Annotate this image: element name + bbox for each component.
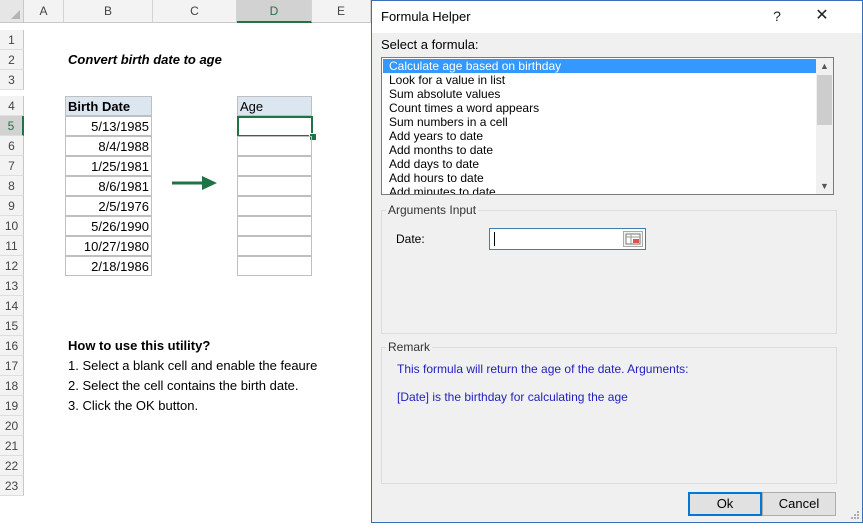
age-cell[interactable] — [237, 256, 312, 276]
column-header-a[interactable]: A — [24, 0, 64, 23]
column-header-b[interactable]: B — [64, 0, 153, 23]
row-header-17[interactable]: 17 — [0, 356, 24, 376]
row-header-6[interactable]: 6 — [0, 136, 24, 156]
range-select-button[interactable] — [623, 231, 643, 247]
row-header-9[interactable]: 9 — [0, 196, 24, 216]
ok-button[interactable]: Ok — [688, 492, 762, 516]
row-header-3[interactable]: 3 — [0, 70, 24, 90]
remark-text: This formula will return the age of the … — [397, 362, 689, 376]
age-cell[interactable] — [237, 236, 312, 256]
age-cell[interactable] — [237, 196, 312, 216]
birth-date-cell[interactable]: 8/6/1981 — [65, 176, 152, 196]
age-cell-selected[interactable] — [237, 116, 313, 137]
formula-helper-dialog: Formula Helper ? ✕ Select a formula: Cal… — [371, 0, 863, 523]
row-header-13[interactable]: 13 — [0, 276, 24, 296]
row-header-14[interactable]: 14 — [0, 296, 24, 316]
sheet-title[interactable]: Convert birth date to age — [68, 50, 222, 70]
row-header-12[interactable]: 12 — [0, 256, 24, 276]
row-header-15[interactable]: 15 — [0, 316, 24, 336]
column-header-c[interactable]: C — [153, 0, 237, 23]
row-header-19[interactable]: 19 — [0, 396, 24, 416]
formula-item[interactable]: Count times a word appears — [383, 101, 816, 115]
row-header-10[interactable]: 10 — [0, 216, 24, 236]
column-header-d[interactable]: D — [237, 0, 312, 23]
birth-date-cell[interactable]: 1/25/1981 — [65, 156, 152, 176]
row-header-7[interactable]: 7 — [0, 156, 24, 176]
formula-item[interactable]: Sum numbers in a cell — [383, 115, 816, 129]
row-header-22[interactable]: 22 — [0, 456, 24, 476]
remark-group-title: Remark — [386, 340, 433, 354]
scroll-up-icon[interactable]: ▲ — [816, 58, 833, 74]
right-arrow-icon — [172, 176, 217, 190]
age-cell[interactable] — [237, 156, 312, 176]
birth-date-cell[interactable]: 5/13/1985 — [65, 116, 152, 136]
row-header-21[interactable]: 21 — [0, 436, 24, 456]
birth-date-header[interactable]: Birth Date — [65, 96, 152, 116]
age-header[interactable]: Age — [237, 96, 312, 116]
age-cell[interactable] — [237, 176, 312, 196]
dialog-titlebar[interactable]: Formula Helper ? ✕ — [372, 1, 862, 33]
row-header-18[interactable]: 18 — [0, 376, 24, 396]
birth-date-cell[interactable]: 8/4/1988 — [65, 136, 152, 156]
row-header-5[interactable]: 5 — [0, 116, 24, 136]
birth-date-cell[interactable]: 10/27/1980 — [65, 236, 152, 256]
birth-date-cell[interactable]: 2/18/1986 — [65, 256, 152, 276]
formula-item[interactable]: Add days to date — [383, 157, 816, 171]
formula-item[interactable]: Calculate age based on birthday — [383, 59, 816, 73]
row-header-4[interactable]: 4 — [0, 96, 24, 116]
row-header-16[interactable]: 16 — [0, 336, 24, 356]
formula-item[interactable]: Add years to date — [383, 129, 816, 143]
age-cell[interactable] — [237, 136, 312, 156]
dialog-title: Formula Helper — [381, 9, 471, 24]
instruction-step[interactable]: 3. Click the OK button. — [68, 396, 198, 416]
instruction-step[interactable]: 1. Select a blank cell and enable the fe… — [68, 356, 317, 376]
column-header-e[interactable]: E — [312, 0, 371, 23]
row-header-1[interactable]: 1 — [0, 30, 24, 50]
formula-item[interactable]: Sum absolute values — [383, 87, 816, 101]
date-input[interactable] — [489, 228, 646, 250]
row-header-8[interactable]: 8 — [0, 176, 24, 196]
formula-list[interactable]: Calculate age based on birthday Look for… — [381, 57, 834, 195]
formula-item[interactable]: Add hours to date — [383, 171, 816, 185]
instruction-step[interactable]: 2. Select the cell contains the birth da… — [68, 376, 299, 396]
select-all-corner[interactable] — [0, 0, 24, 23]
row-header-11[interactable]: 11 — [0, 236, 24, 256]
arguments-group-title: Arguments Input — [386, 203, 479, 217]
text-caret — [494, 232, 495, 246]
age-cell[interactable] — [237, 216, 312, 236]
help-button[interactable]: ? — [764, 5, 790, 27]
row-header-23[interactable]: 23 — [0, 476, 24, 496]
remark-text: [Date] is the birthday for calculating t… — [397, 390, 628, 404]
row-header-20[interactable]: 20 — [0, 416, 24, 436]
range-select-icon — [625, 233, 641, 245]
select-formula-label: Select a formula: — [381, 37, 479, 52]
instructions-title[interactable]: How to use this utility? — [68, 336, 210, 356]
date-label: Date: — [396, 232, 425, 246]
birth-date-cell[interactable]: 2/5/1976 — [65, 196, 152, 216]
scroll-thumb[interactable] — [817, 75, 832, 125]
scroll-down-icon[interactable]: ▼ — [816, 178, 833, 194]
birth-date-cell[interactable]: 5/26/1990 — [65, 216, 152, 236]
formula-item[interactable]: Add minutes to date — [383, 185, 816, 194]
cancel-button[interactable]: Cancel — [762, 492, 836, 516]
resize-grip-icon[interactable] — [850, 510, 860, 520]
formula-list-scrollbar[interactable]: ▲ ▼ — [816, 58, 833, 194]
formula-item[interactable]: Add months to date — [383, 143, 816, 157]
row-header-2[interactable]: 2 — [0, 50, 24, 70]
close-button[interactable]: ✕ — [809, 5, 835, 27]
formula-item[interactable]: Look for a value in list — [383, 73, 816, 87]
